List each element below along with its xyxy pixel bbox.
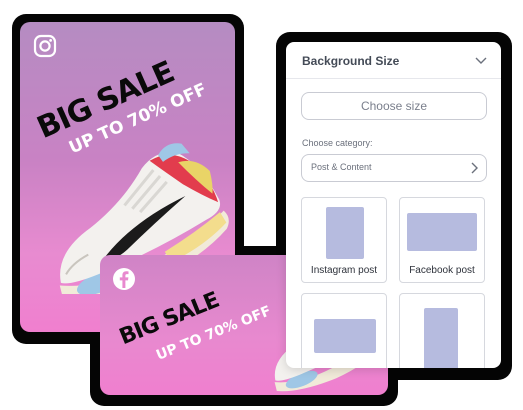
size-option-wide[interactable] [301,293,387,368]
instagram-icon [33,34,57,58]
size-option-instagram-post[interactable]: Instagram post [301,197,387,283]
category-select[interactable]: Post & Content [301,154,487,182]
wide-thumbnail [314,319,376,353]
landscape-thumbnail [407,213,477,251]
background-size-panel: Background Size Choose size Choose categ… [286,42,501,368]
panel-title: Background Size [302,54,400,68]
option-label: Facebook post [409,265,475,276]
portrait-thumbnail [326,207,364,259]
tall-thumbnail [424,308,458,368]
size-option-facebook-post[interactable]: Facebook post [399,197,485,283]
option-label: Instagram post [310,265,378,276]
choose-size-button[interactable]: Choose size [301,92,487,120]
divider [286,78,501,79]
facebook-icon [113,268,135,290]
chevron-right-icon [471,162,478,174]
chevron-down-icon[interactable] [475,55,487,65]
category-value: Post & Content [311,162,372,172]
category-label: Choose category: [302,138,373,148]
size-option-tall[interactable] [399,293,485,368]
